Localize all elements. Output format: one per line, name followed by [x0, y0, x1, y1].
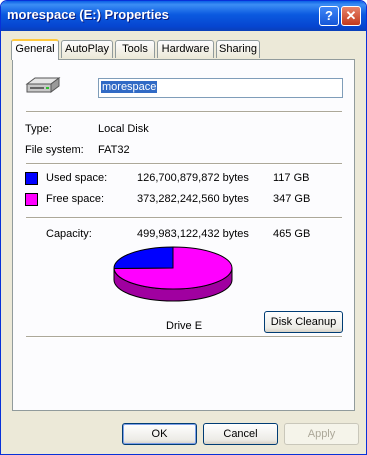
tab-general[interactable]: General	[11, 39, 59, 60]
cancel-button[interactable]: Cancel	[203, 423, 278, 445]
drive-label: Drive E	[166, 320, 203, 332]
help-button[interactable]: ?	[319, 6, 339, 26]
capacity-gb: 465 GB	[273, 228, 311, 240]
pie-slice-used	[113, 246, 174, 269]
used-space-bytes: 126,700,879,872 bytes	[137, 172, 249, 184]
disk-usage-pie	[113, 246, 233, 302]
free-space-swatch	[25, 193, 38, 206]
type-label: Type:	[25, 123, 52, 135]
tab-sharing[interactable]: Sharing	[216, 40, 260, 58]
used-space-label: Used space:	[46, 172, 108, 184]
help-icon: ?	[325, 8, 333, 23]
general-panel: morespace Type: Local Disk File system: …	[12, 59, 355, 411]
divider	[26, 111, 342, 113]
disk-cleanup-button[interactable]: Disk Cleanup	[264, 311, 343, 333]
volume-name-input[interactable]: morespace	[98, 78, 343, 98]
properties-window: morespace (E:) Properties ? ✕ General Au…	[0, 0, 367, 455]
free-space-bytes: 373,282,242,560 bytes	[137, 193, 249, 205]
tab-tools[interactable]: Tools	[115, 40, 155, 58]
type-value: Local Disk	[98, 123, 149, 135]
divider	[26, 163, 342, 165]
capacity-label: Capacity:	[46, 228, 92, 240]
tab-hardware[interactable]: Hardware	[157, 40, 214, 58]
window-title: morespace (E:) Properties	[7, 7, 169, 22]
used-space-swatch	[25, 172, 38, 185]
free-space-label: Free space:	[46, 193, 105, 205]
free-space-gb: 347 GB	[273, 193, 311, 205]
hard-drive-icon	[25, 77, 61, 93]
volume-name-value: morespace	[101, 81, 158, 93]
ok-button[interactable]: OK	[122, 423, 197, 445]
tab-autoplay[interactable]: AutoPlay	[61, 40, 113, 58]
divider	[26, 217, 342, 219]
filesystem-label: File system:	[25, 144, 84, 156]
capacity-bytes: 499,983,122,432 bytes	[137, 228, 249, 240]
filesystem-value: FAT32	[98, 144, 130, 156]
used-space-gb: 117 GB	[273, 172, 310, 184]
apply-button[interactable]: Apply	[284, 423, 359, 445]
title-bar[interactable]: morespace (E:) Properties ? ✕	[1, 1, 366, 31]
close-icon: ✕	[345, 8, 357, 23]
close-button[interactable]: ✕	[341, 6, 361, 26]
divider	[26, 336, 342, 338]
